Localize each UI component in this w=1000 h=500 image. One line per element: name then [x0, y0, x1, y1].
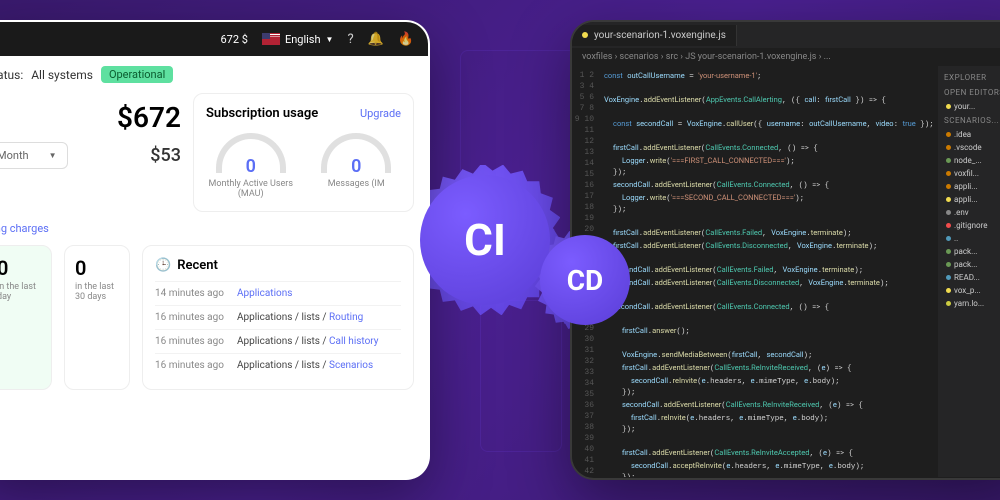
fire-icon[interactable]: 🔥 [398, 32, 414, 47]
status-row: Status: All systems Operational [0, 56, 428, 93]
file-item[interactable]: .gitignore [942, 219, 1000, 232]
flag-icon [262, 33, 280, 45]
code-editor-panel: your-scenarion-1.voxengine.js voxfiles ›… [570, 20, 1000, 480]
dashboard-panel: 672 $ English ▼ ? 🔔 🔥 Status: All system… [0, 20, 430, 480]
status-badge: Operational [101, 66, 173, 83]
file-tab[interactable]: your-scenarion-1.voxengine.js [572, 25, 737, 46]
file-item[interactable]: .idea [942, 128, 1000, 141]
file-item[interactable]: pack... [942, 258, 1000, 271]
balance-sub: $53 [150, 145, 181, 166]
recent-row[interactable]: 16 minutes agoApplications / lists / Cal… [155, 329, 401, 353]
topbar: 672 $ English ▼ ? 🔔 🔥 [0, 22, 428, 56]
file-item[interactable]: voxfil... [942, 167, 1000, 180]
file-item[interactable]: node_... [942, 154, 1000, 167]
js-icon [582, 32, 588, 38]
file-item[interactable]: .. [942, 232, 1000, 245]
file-item[interactable]: appli... [942, 180, 1000, 193]
explorer-header: EXPLORER [942, 70, 1000, 85]
file-item[interactable]: appli... [942, 193, 1000, 206]
balance-big: $672 [0, 93, 181, 142]
cd-badge: CD [540, 235, 630, 325]
file-item[interactable]: .env [942, 206, 1000, 219]
bell-icon[interactable]: 🔔 [368, 32, 384, 47]
stat-card: 0 in the last day [0, 245, 52, 390]
tab-bar: your-scenarion-1.voxengine.js [572, 22, 1000, 48]
open-editor-item[interactable]: your... [942, 100, 1000, 113]
gauge-mau: 0 Monthly Active Users (MAU) [206, 133, 296, 199]
recent-row[interactable]: 14 minutes agoApplications [155, 281, 401, 305]
ci-badge: CI [420, 175, 550, 305]
file-item[interactable]: .vscode [942, 141, 1000, 154]
language-selector[interactable]: English ▼ [262, 33, 334, 46]
card-title: Subscription usage [206, 106, 318, 121]
explorer-sidebar: EXPLORER OPEN EDITORS your... SCENARIOS.… [938, 66, 1000, 477]
gauge-messages: 0 Messages (IM [312, 133, 402, 199]
file-item[interactable]: yarn.lo... [942, 297, 1000, 310]
clock-icon: 🕒 [155, 258, 171, 273]
subscription-card: Subscription usage Upgrade 0 Monthly Act… [193, 93, 414, 212]
stat-card: 0 in the last 30 days [64, 245, 130, 390]
breadcrumb[interactable]: voxfiles › scenarios › src › JS your-sce… [572, 48, 1000, 66]
file-item[interactable]: pack... [942, 245, 1000, 258]
chevron-down-icon: ▼ [326, 35, 334, 44]
code-area[interactable]: const outCallUsername = 'your-username-1… [600, 66, 938, 477]
balance-amount: 672 $ [220, 33, 247, 46]
recent-card: 🕒Recent 14 minutes agoApplications 16 mi… [142, 245, 414, 390]
charges-link[interactable]: ning charges [0, 212, 428, 245]
file-item[interactable]: READ... [942, 271, 1000, 284]
period-select[interactable]: Month▼ [0, 142, 68, 169]
chevron-down-icon: ▼ [49, 151, 57, 160]
recent-row[interactable]: 16 minutes agoApplications / lists / Rou… [155, 305, 401, 329]
file-item[interactable]: vox_p... [942, 284, 1000, 297]
upgrade-link[interactable]: Upgrade [360, 107, 401, 120]
recent-row[interactable]: 16 minutes agoApplications / lists / Sce… [155, 353, 401, 377]
help-icon[interactable]: ? [347, 32, 353, 47]
